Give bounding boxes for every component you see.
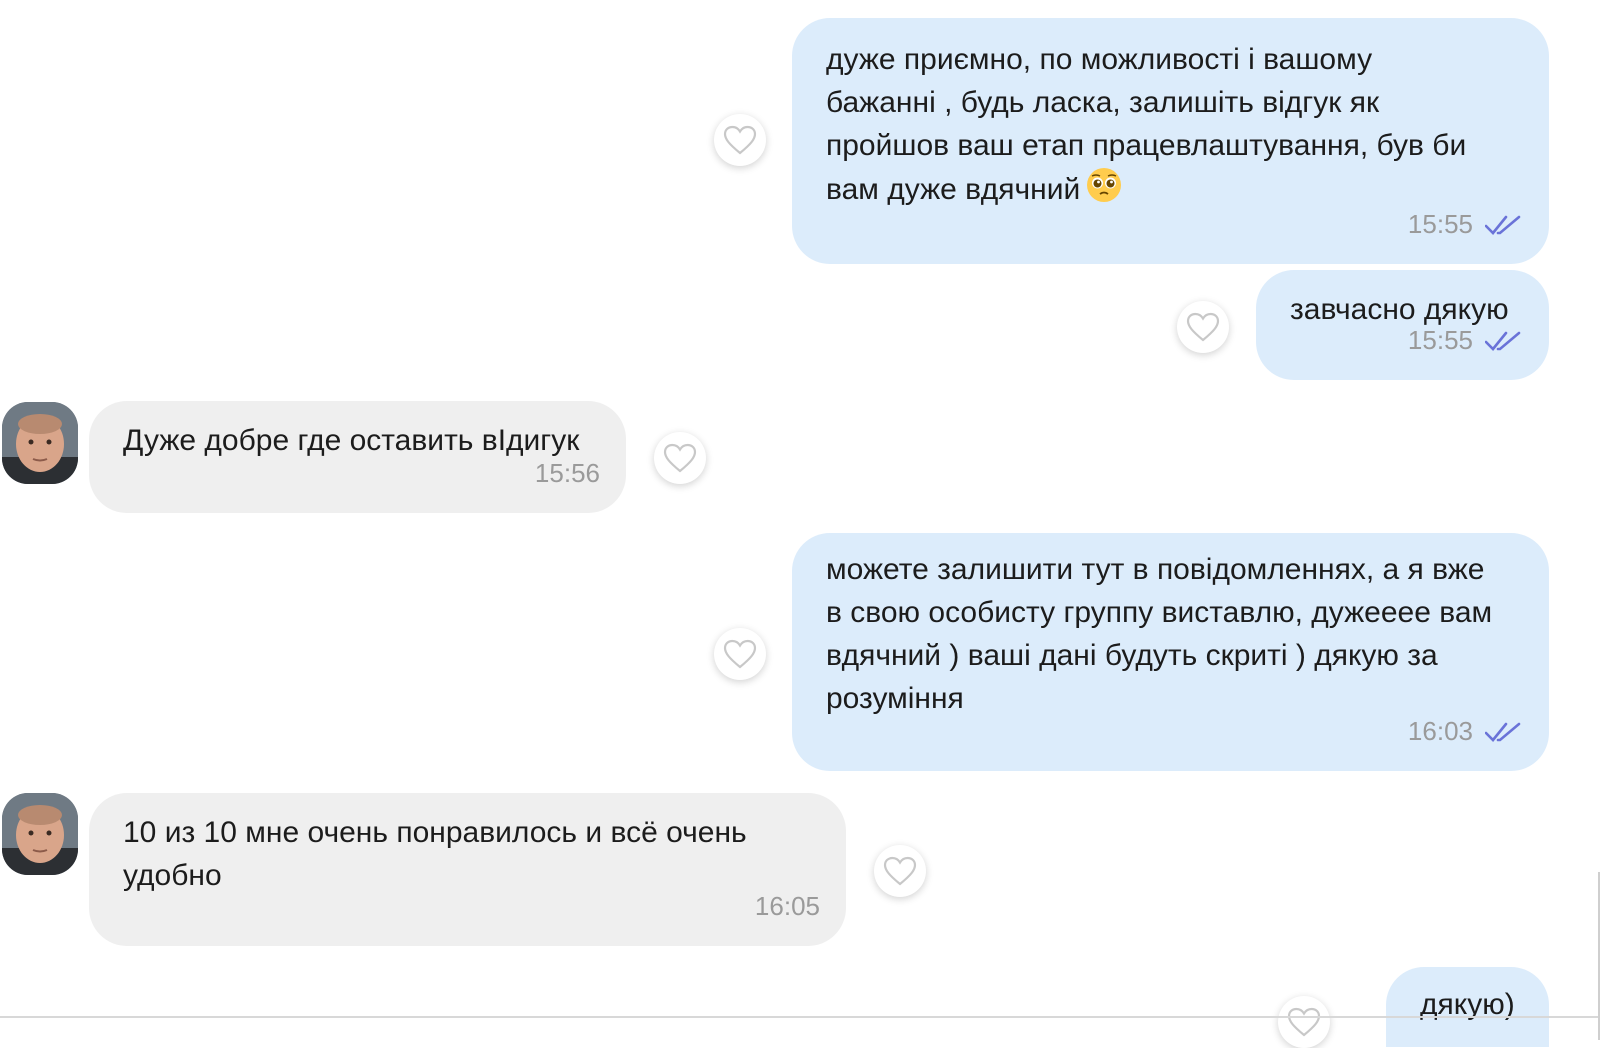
message-text: дякую) bbox=[1420, 988, 1515, 1021]
message-outgoing[interactable]: можете залишити тут в повідомленнях, а я… bbox=[792, 533, 1549, 771]
avatar[interactable] bbox=[2, 402, 78, 484]
message-time: 16:03 bbox=[1407, 716, 1473, 746]
message-text: можете залишити тут в повідомленнях, а я… bbox=[826, 553, 1493, 715]
message-time: 15:56 bbox=[534, 458, 600, 488]
message-outgoing[interactable]: дякую) bbox=[1386, 967, 1549, 1047]
like-button[interactable] bbox=[874, 845, 926, 897]
like-button[interactable] bbox=[654, 432, 706, 484]
double-check-icon bbox=[1485, 215, 1521, 235]
message-meta: 16:05 bbox=[755, 885, 820, 928]
divider bbox=[0, 1016, 1600, 1018]
heart-icon bbox=[1186, 312, 1220, 342]
heart-icon bbox=[723, 125, 757, 155]
double-check-icon bbox=[1485, 722, 1521, 742]
message-meta: 16:03 bbox=[1408, 710, 1523, 753]
message-time: 16:05 bbox=[754, 891, 820, 921]
message-text: 10 из 10 мне очень понравилось и всё оче… bbox=[123, 816, 747, 892]
message-text: Дуже добре где оставить вIдигук bbox=[123, 424, 580, 457]
message-incoming[interactable]: Дуже добре где оставить вIдигук 15:56 bbox=[89, 401, 626, 513]
message-time: 15:55 bbox=[1407, 209, 1473, 239]
double-check-icon bbox=[1485, 331, 1521, 351]
avatar[interactable] bbox=[2, 793, 78, 875]
like-button[interactable] bbox=[1278, 996, 1330, 1048]
user-photo bbox=[2, 793, 78, 875]
like-button[interactable] bbox=[1177, 301, 1229, 353]
message-outgoing[interactable]: дуже приємно, по можливості і вашому баж… bbox=[792, 18, 1549, 264]
heart-icon bbox=[883, 856, 917, 886]
like-button[interactable] bbox=[714, 628, 766, 680]
message-meta: 15:55 bbox=[1408, 203, 1523, 246]
heart-icon bbox=[663, 443, 697, 473]
user-photo bbox=[2, 402, 78, 484]
message-text: дуже приємно, по можливості і вашому баж… bbox=[826, 43, 1467, 206]
heart-icon bbox=[723, 639, 757, 669]
message-outgoing[interactable]: завчасно дякую 15:55 bbox=[1256, 270, 1549, 380]
message-meta: 15:55 bbox=[1408, 319, 1523, 362]
like-button[interactable] bbox=[714, 114, 766, 166]
heart-icon bbox=[1287, 1007, 1321, 1037]
pleading-face-emoji bbox=[1087, 168, 1122, 202]
message-time: 15:55 bbox=[1407, 325, 1473, 355]
message-meta: 15:56 bbox=[535, 452, 600, 495]
message-incoming[interactable]: 10 из 10 мне очень понравилось и всё оче… bbox=[89, 793, 846, 946]
